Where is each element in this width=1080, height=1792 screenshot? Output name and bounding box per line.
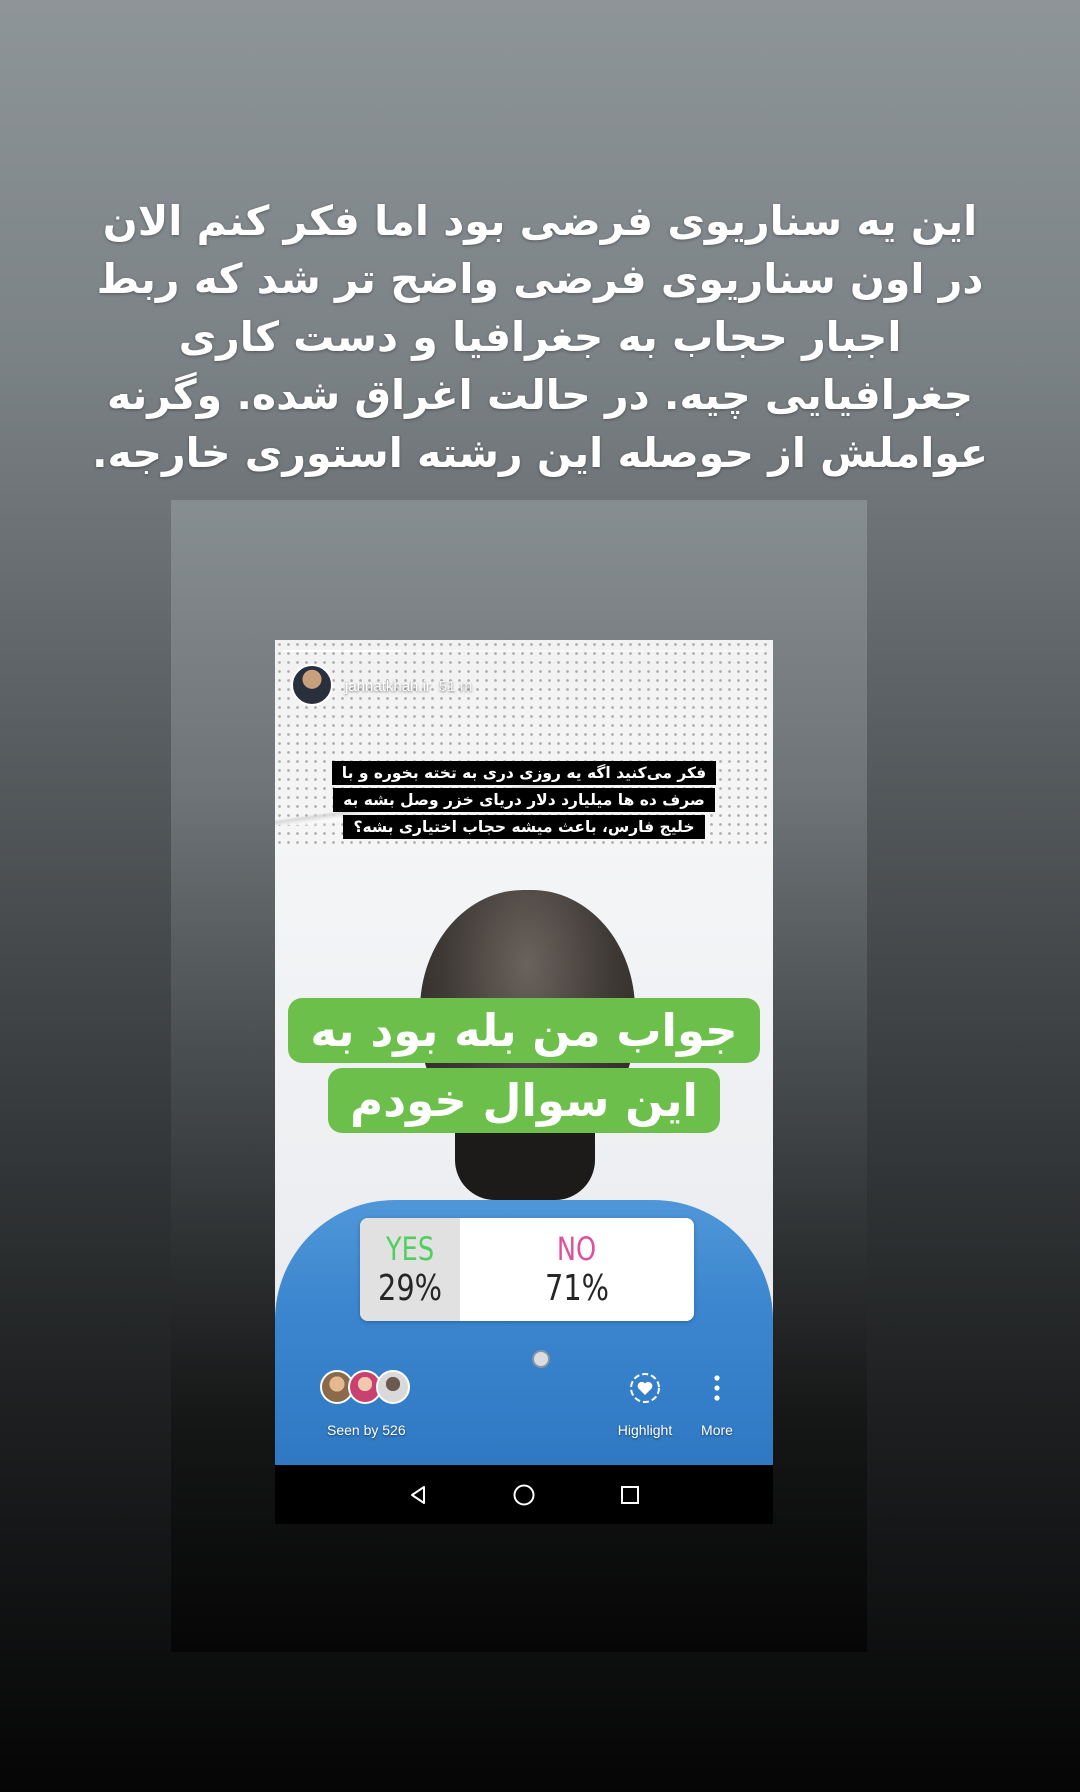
poll-sticker[interactable]: YES 29% NO 71% xyxy=(360,1218,694,1321)
progress-segment xyxy=(586,650,644,652)
story-progress-bar xyxy=(283,650,765,652)
seen-by-count[interactable]: Seen by 526 xyxy=(327,1422,406,1438)
poll-no-percent: 71% xyxy=(544,1267,609,1309)
poll-yes-percent: 29% xyxy=(377,1267,442,1309)
progress-segment xyxy=(283,650,341,652)
highlight-heart-icon xyxy=(628,1368,662,1408)
poll-option-no[interactable]: NO 71% xyxy=(460,1218,694,1321)
progress-segment xyxy=(646,650,705,652)
progress-segment xyxy=(464,650,523,652)
progress-segment xyxy=(343,650,402,652)
question-text: فکر می‌کنید اگه یه روزی دری به تخته بخور… xyxy=(330,760,718,841)
poll-option-yes[interactable]: YES 29% xyxy=(360,1218,460,1321)
viewer-avatars[interactable] xyxy=(320,1370,415,1406)
poll-yes-label: YES xyxy=(385,1229,435,1268)
highlight-label: Highlight xyxy=(617,1422,673,1438)
instagram-story-screenshot: jannatkhah.ir 51 m فکر می‌کنید اگه یه روز… xyxy=(275,640,773,1524)
story-username[interactable]: jannatkhah.ir xyxy=(345,678,431,695)
progress-segment xyxy=(404,650,462,652)
profile-avatar[interactable] xyxy=(291,664,333,706)
nav-back-icon[interactable] xyxy=(398,1475,438,1515)
story-header[interactable]: jannatkhah.ir 51 m xyxy=(291,664,472,706)
poll-no-label: NO xyxy=(557,1229,597,1268)
more-vertical-icon xyxy=(712,1368,722,1408)
answer-sticker: جواب من بله بود به این سوال خودم xyxy=(280,996,768,1136)
highlight-button[interactable]: Highlight xyxy=(605,1368,685,1438)
nav-home-icon[interactable] xyxy=(504,1475,544,1515)
more-button[interactable]: More xyxy=(687,1368,747,1438)
question-text-label: فکر می‌کنید اگه یه روزی دری به تخته بخور… xyxy=(331,761,717,839)
nav-recents-icon[interactable] xyxy=(610,1475,650,1515)
more-label: More xyxy=(701,1422,733,1438)
caption-text: این یه سناریوی فرضی بود اما فکر کنم الان… xyxy=(91,197,988,477)
android-nav-bar xyxy=(275,1465,773,1524)
progress-segment xyxy=(525,650,584,652)
story-time: 51 m xyxy=(438,677,473,695)
answer-sticker-label: جواب من بله بود به این سوال خودم xyxy=(288,998,760,1133)
progress-segment xyxy=(707,650,765,652)
viewer-avatar xyxy=(376,1370,410,1404)
shirt-button xyxy=(532,1350,550,1368)
